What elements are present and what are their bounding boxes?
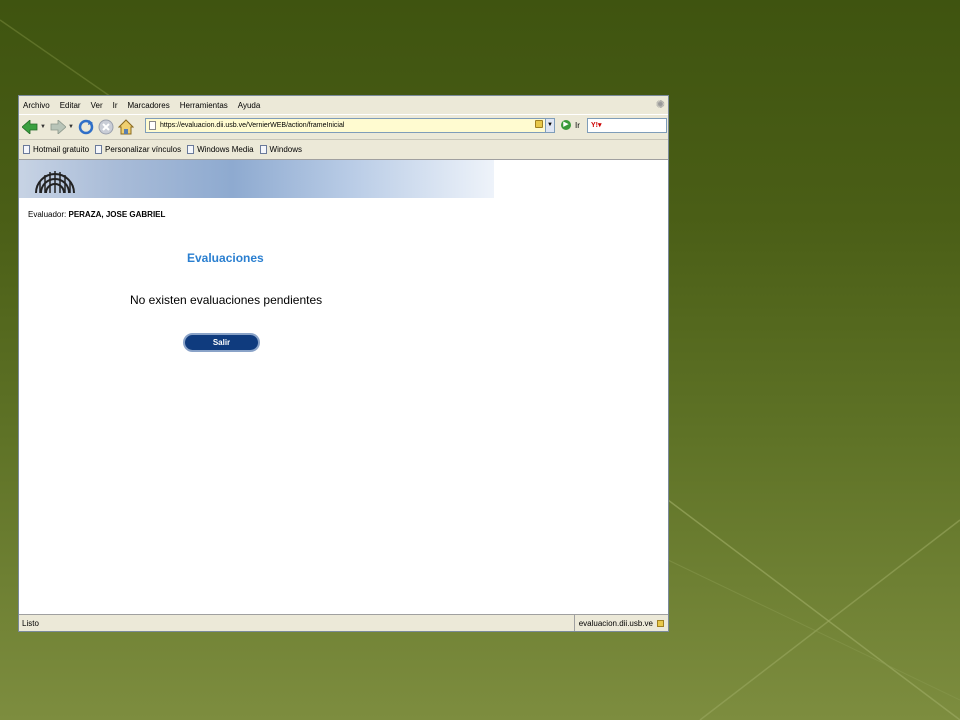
lock-icon (535, 120, 543, 128)
back-arrow-icon (22, 120, 38, 134)
page-icon (149, 121, 156, 130)
url-text: https://evaluacion.dii.usb.ve/VernierWEB… (160, 122, 345, 129)
url-bar[interactable]: https://evaluacion.dii.usb.ve/VernierWEB… (145, 118, 553, 133)
page-content: Evaluador: PERAZA, JOSE GABRIEL Evaluaci… (19, 160, 668, 615)
menu-editar[interactable]: Editar (60, 101, 81, 110)
bookmark-windows-media[interactable]: Windows Media (187, 145, 254, 154)
menu-marcadores[interactable]: Marcadores (128, 101, 170, 110)
bookmark-label: Windows Media (197, 145, 254, 154)
bookmark-personalizar[interactable]: Personalizar vínculos (95, 145, 181, 154)
yahoo-icon[interactable]: Y!▾ (591, 122, 602, 129)
go-icon[interactable]: ▶ (561, 120, 571, 130)
bookmark-windows[interactable]: Windows (259, 145, 302, 154)
bookmark-label: Windows (269, 145, 302, 154)
forward-arrow-icon (50, 120, 66, 134)
bookmark-hotmail[interactable]: Hotmail gratuito (23, 145, 89, 154)
bookmark-label: Personalizar vínculos (105, 145, 182, 154)
lock-icon[interactable] (657, 619, 664, 627)
back-button[interactable]: ▼ (22, 120, 46, 134)
exit-button[interactable]: Salir (183, 333, 260, 352)
menu-ayuda[interactable]: Ayuda (238, 101, 261, 110)
forward-button[interactable]: ▼ (50, 120, 74, 134)
menu-bar: Archivo Editar Ver Ir Marcadores Herrami… (19, 96, 668, 114)
page-title: Evaluaciones (187, 251, 264, 265)
empty-message: No existen evaluaciones pendientes (130, 293, 323, 307)
chevron-down-icon[interactable]: ▼ (40, 124, 46, 130)
reload-icon (78, 119, 94, 135)
header-banner (19, 160, 494, 198)
status-bar: Listo evaluacion.dii.usb.ve (19, 614, 668, 631)
menu-archivo[interactable]: Archivo (23, 101, 50, 110)
home-icon (117, 119, 134, 135)
menu-ver[interactable]: Ver (91, 101, 103, 110)
evaluator-name: PERAZA, JOSE GABRIEL (68, 210, 166, 219)
search-input[interactable]: Y!▾ (587, 118, 667, 133)
bookmark-label: Hotmail gratuito (33, 145, 90, 154)
stop-button[interactable] (98, 119, 114, 135)
status-text: Listo (22, 618, 39, 628)
menu-ir[interactable]: Ir (113, 101, 118, 110)
evaluator-label: Evaluador: (28, 210, 67, 219)
home-button[interactable] (117, 119, 134, 135)
stop-icon (98, 119, 114, 135)
navigation-toolbar: ▼ ▼ https://evaluacion.dii.usb.ve/Vernie… (19, 114, 668, 140)
bookmarks-toolbar: Hotmail gratuito Personalizar vínculos W… (19, 140, 668, 160)
university-logo (35, 171, 75, 194)
status-domain-panel: evaluacion.dii.usb.ve (573, 615, 668, 631)
browser-window: Archivo Editar Ver Ir Marcadores Herrami… (18, 95, 669, 632)
menu-herramientas[interactable]: Herramientas (180, 101, 228, 110)
go-button[interactable]: Ir (575, 121, 580, 130)
chevron-down-icon[interactable]: ▼ (68, 124, 74, 130)
evaluator-info: Evaluador: PERAZA, JOSE GABRIEL (28, 210, 165, 219)
page-icon (23, 145, 30, 154)
page-icon (187, 145, 195, 154)
url-dropdown-button[interactable]: ▼ (545, 118, 555, 133)
reload-button[interactable] (78, 119, 94, 135)
page-icon (95, 145, 103, 154)
status-domain: evaluacion.dii.usb.ve (578, 618, 653, 628)
throbber-icon: ✺ (655, 99, 665, 111)
page-icon (259, 145, 267, 154)
